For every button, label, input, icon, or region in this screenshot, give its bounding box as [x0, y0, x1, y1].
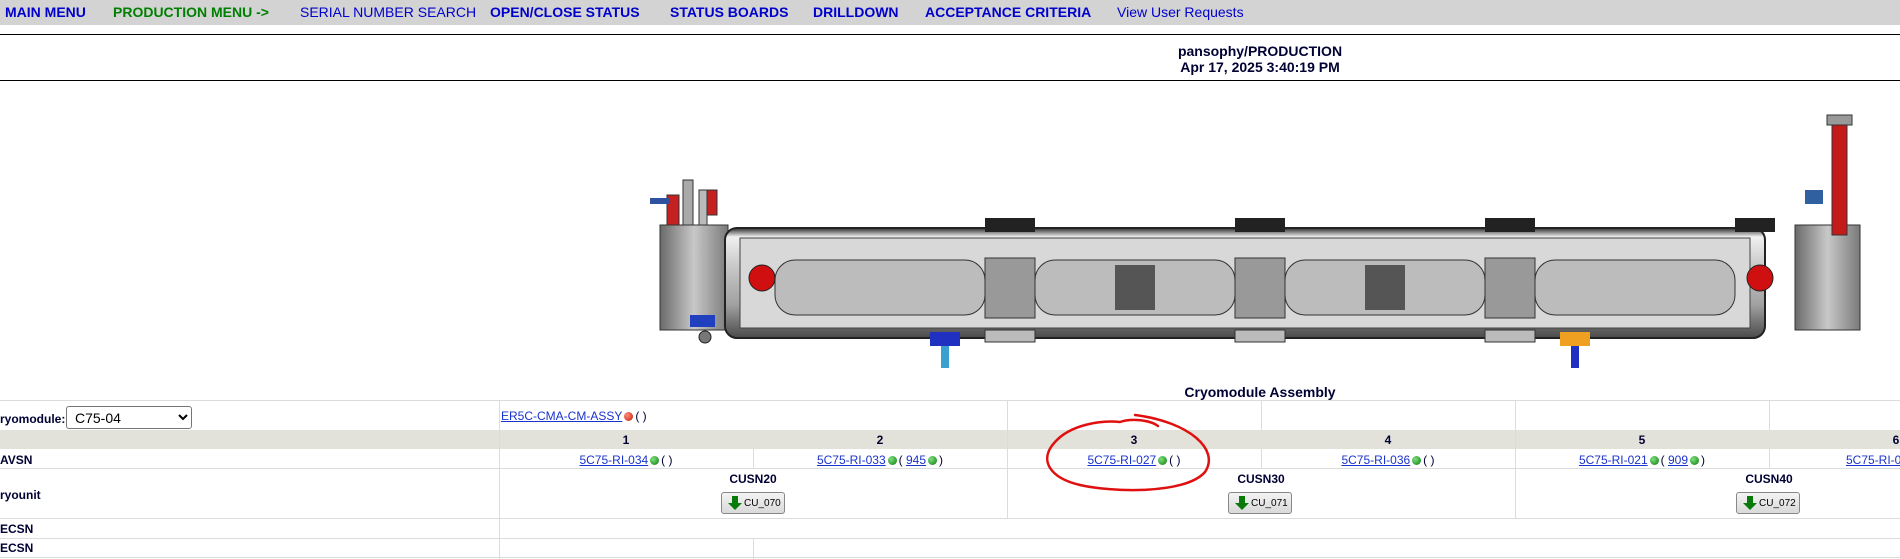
avsn-cell-6: 5C75-RI-0 — [1846, 453, 1900, 467]
status-green-icon — [928, 456, 938, 466]
position-6: 6 — [1892, 433, 1900, 447]
cryounit-button-label: CU_072 — [1759, 498, 1796, 509]
nav-status-boards[interactable]: STATUS BOARDS — [670, 4, 788, 20]
arrow-down-icon — [1235, 496, 1249, 510]
cryomodule-label: ryomodule: — [0, 412, 66, 426]
nav-open-close-status[interactable]: OPEN/CLOSE STATUS — [490, 4, 640, 20]
status-green-icon — [1649, 456, 1659, 466]
assembly-cell: ER5C-CMA-CM-ASSY ( ) — [501, 409, 647, 423]
grid-line — [753, 538, 754, 559]
cryounit-button-3[interactable]: CU_072 — [1736, 492, 1800, 514]
avsn-label: AVSN — [0, 453, 33, 467]
cryounit-button-2[interactable]: CU_071 — [1228, 492, 1292, 514]
position-5: 5 — [1638, 433, 1646, 447]
paren: ( — [898, 453, 903, 467]
grid-line — [0, 468, 1900, 469]
header-rule-bottom — [0, 80, 1900, 81]
nav-drilldown[interactable]: DRILLDOWN — [813, 4, 899, 20]
cryounit-button-label: CU_071 — [1251, 498, 1288, 509]
header-rule-top — [0, 34, 1900, 35]
paren: ) — [1430, 453, 1435, 467]
status-green-icon — [650, 456, 660, 466]
avsn-link[interactable]: 5C75-RI-033 — [817, 453, 886, 467]
position-4: 4 — [1384, 433, 1392, 447]
paren: ) — [668, 453, 673, 467]
avsn-cell-1: 5C75-RI-034 ( ) — [499, 453, 753, 467]
nav-main-menu[interactable]: MAIN MENU — [5, 4, 86, 20]
arrow-down-icon — [1743, 496, 1757, 510]
assembly-paren: ( ) — [635, 409, 647, 423]
avsn-link[interactable]: 5C75-RI-021 — [1579, 453, 1648, 467]
grid-line — [1769, 449, 1770, 468]
top-nav-bar: MAIN MENU PRODUCTION MENU -> SERIAL NUMB… — [0, 0, 1900, 25]
cryounit-button-label: CU_070 — [744, 498, 781, 509]
position-2: 2 — [876, 433, 884, 447]
grid-line — [1769, 400, 1770, 430]
ecsn-label-2: ECSN — [0, 541, 34, 555]
paren: ( — [1660, 453, 1665, 467]
extra-link[interactable]: 909 — [1668, 453, 1688, 467]
nav-view-user-requests[interactable]: View User Requests — [1117, 4, 1244, 20]
cryounit-name-3: CUSN40 — [1745, 472, 1793, 486]
status-green-icon — [1412, 456, 1422, 466]
avsn-cell-5: 5C75-RI-021 ( 909) — [1515, 453, 1769, 467]
avsn-link[interactable]: 5C75-RI-034 — [579, 453, 648, 467]
avsn-link[interactable]: 5C75-RI-0 — [1846, 453, 1900, 467]
db-label: pansophy/PRODUCTION — [1177, 43, 1343, 59]
paren: ( — [661, 453, 666, 467]
cryomodule-select[interactable]: C75-04 — [66, 406, 192, 429]
cryounit-name-1: CUSN20 — [729, 472, 777, 486]
avsn-cell-2: 5C75-RI-033 ( 945) — [753, 453, 1007, 467]
status-green-icon — [887, 456, 897, 466]
assembly-link[interactable]: ER5C-CMA-CM-ASSY — [501, 409, 622, 423]
cryounit-label: ryounit — [0, 488, 41, 502]
status-red-icon — [624, 412, 634, 422]
nav-serial-number-search[interactable]: SERIAL NUMBER SEARCH — [300, 4, 476, 20]
paren: ) — [939, 453, 944, 467]
status-green-icon — [1690, 456, 1700, 466]
nav-acceptance-criteria[interactable]: ACCEPTANCE CRITERIA — [925, 4, 1091, 20]
section-title: Cryomodule Assembly — [1184, 384, 1336, 400]
arrow-down-icon — [728, 496, 742, 510]
paren: ( — [1423, 453, 1428, 467]
grid-line — [0, 557, 1900, 558]
grid-line — [0, 400, 1900, 401]
grid-line — [1261, 400, 1262, 430]
cryounit-button-1[interactable]: CU_070 — [721, 492, 785, 514]
extra-link[interactable]: 945 — [906, 453, 926, 467]
paren: ) — [1701, 453, 1706, 467]
avsn-link[interactable]: 5C75-RI-036 — [1341, 453, 1410, 467]
timestamp: Apr 17, 2025 3:40:19 PM — [1180, 59, 1340, 75]
grid-line — [0, 518, 1900, 519]
avsn-cell-4: 5C75-RI-036 ( ) — [1261, 453, 1515, 467]
grid-line — [0, 538, 1900, 539]
cryounit-name-2: CUSN30 — [1237, 472, 1285, 486]
cryomodule-image — [650, 114, 1861, 368]
position-1: 1 — [622, 433, 630, 447]
ecsn-label-1: ECSN — [0, 522, 34, 536]
nav-production-menu[interactable]: PRODUCTION MENU -> — [113, 4, 269, 20]
